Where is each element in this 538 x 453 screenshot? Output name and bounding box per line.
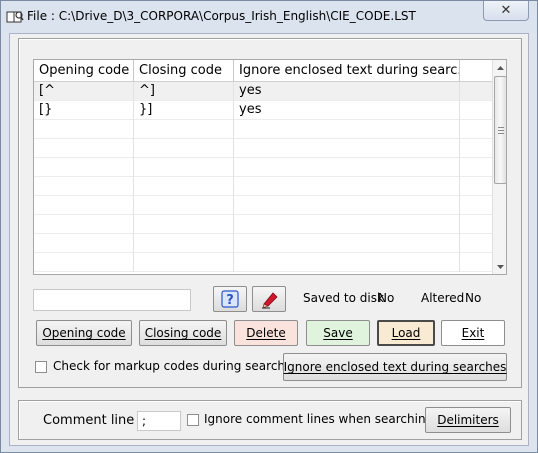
comment-group: Comment line ; Ignore comment lines when… (18, 400, 522, 440)
table-row-empty (34, 158, 492, 177)
saved-label: Saved to disk (303, 291, 384, 305)
closing-code-label: Closing code (144, 326, 222, 340)
table-row-empty (34, 196, 492, 215)
table-body: [^ ^] yes [} }] yes (34, 82, 492, 272)
vertical-scrollbar[interactable] (492, 60, 506, 274)
table-row-empty (34, 120, 492, 139)
delete-label: Delete (246, 326, 286, 340)
opening-code-button[interactable]: Opening code (36, 320, 132, 346)
closing-code-button[interactable]: Closing code (139, 320, 227, 346)
column-header-ignore-enclosed[interactable]: Ignore enclosed text during searc... (234, 60, 460, 82)
cell-closing-code: ^] (134, 82, 234, 101)
cell-opening-code: [^ (34, 82, 134, 101)
title-bar: File : C:\Drive_D\3_CORPORA\Corpus_Irish… (1, 1, 537, 33)
column-header-opening-code[interactable]: Opening code (34, 60, 134, 82)
close-icon: ✕ (500, 3, 512, 18)
client-area: Opening code Closing code Ignore enclose… (9, 33, 529, 446)
table-row-empty (34, 253, 492, 272)
cell-closing-code: }] (134, 101, 234, 120)
scroll-thumb[interactable] (494, 76, 506, 184)
save-label: Save (323, 326, 353, 340)
altered-label: Altered (421, 291, 465, 305)
opening-code-label: Opening code (42, 326, 126, 340)
altered-value: No (465, 291, 482, 305)
cell-empty (460, 101, 492, 120)
scroll-down-icon[interactable] (493, 259, 506, 274)
load-button[interactable]: Load (377, 320, 435, 346)
delimiters-button[interactable]: Delimiters (425, 407, 511, 433)
exit-label: Exit (461, 326, 485, 340)
ignore-comment-checkbox[interactable] (187, 414, 199, 426)
exit-button[interactable]: Exit (441, 320, 505, 346)
table-row[interactable]: [} }] yes (34, 101, 492, 120)
svg-text:?: ? (226, 293, 234, 308)
table-row[interactable]: [^ ^] yes (34, 82, 492, 101)
grip-icon (498, 127, 504, 134)
ignore-enclosed-button[interactable]: Ignore enclosed text during searches (283, 353, 507, 381)
save-button[interactable]: Save (306, 320, 370, 346)
comment-line-input[interactable]: ; (137, 411, 181, 431)
cell-empty (460, 82, 492, 101)
code-input[interactable] (33, 289, 191, 311)
ignore-comment-label: Ignore comment lines when searching (204, 412, 434, 426)
table-row-empty (34, 177, 492, 196)
markup-codes-label: Check for markup codes during searches (53, 359, 299, 373)
pen-icon (262, 292, 278, 309)
window-title: File : C:\Drive_D\3_CORPORA\Corpus_Irish… (27, 9, 416, 23)
comment-line-label: Comment line (43, 413, 135, 428)
edit-button[interactable] (252, 286, 286, 312)
cell-ignore-enclosed: yes (234, 82, 460, 101)
close-button[interactable]: ✕ (483, 1, 529, 21)
help-icon: ? (221, 290, 239, 308)
table-header: Opening code Closing code Ignore enclose… (34, 60, 492, 82)
help-button[interactable]: ? (213, 286, 247, 312)
table-row-empty (34, 139, 492, 158)
delete-button[interactable]: Delete (234, 320, 298, 346)
dialog-window: File : C:\Drive_D\3_CORPORA\Corpus_Irish… (0, 0, 538, 453)
saved-value: No (378, 291, 395, 305)
scroll-up-icon[interactable] (493, 60, 506, 75)
table-row-empty (34, 215, 492, 234)
table-row-empty (34, 234, 492, 253)
load-label: Load (391, 326, 421, 340)
cell-ignore-enclosed: yes (234, 101, 460, 120)
column-header-empty (460, 60, 492, 82)
codes-table[interactable]: Opening code Closing code Ignore enclose… (33, 59, 507, 275)
book-icon (6, 9, 24, 24)
column-header-closing-code[interactable]: Closing code (134, 60, 234, 82)
codes-group: Opening code Closing code Ignore enclose… (18, 38, 522, 388)
markup-codes-checkbox[interactable] (35, 361, 47, 373)
delimiters-label: Delimiters (437, 413, 499, 427)
cell-opening-code: [} (34, 101, 134, 120)
ignore-enclosed-label: Ignore enclosed text during searches (283, 360, 507, 374)
